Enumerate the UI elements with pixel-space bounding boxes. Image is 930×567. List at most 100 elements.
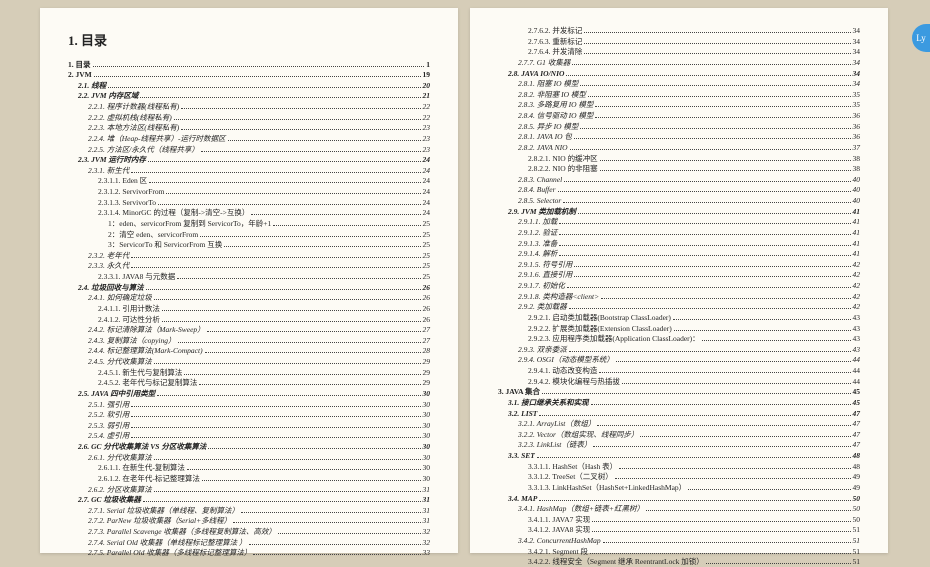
toc-entry[interactable]: 2.7.4. Serial Old 收集器（单线程标记整理算法 ）32 <box>68 538 430 548</box>
toc-entry[interactable]: 3.2. LIST47 <box>498 409 860 419</box>
toc-entry[interactable]: 2.3.3.1. JAVA8 与元数据25 <box>68 272 430 282</box>
toc-entry[interactable]: 2.9.3. 双亲委派43 <box>498 345 860 355</box>
toc-entry[interactable]: 2.4.5.2. 老年代与标记复制算法29 <box>68 378 430 388</box>
toc-entry[interactable]: 1：eden、servicorFrom 复制到 ServicorTo，年龄+12… <box>68 219 430 229</box>
toc-entry[interactable]: 3.2.3. LinkList（链表）47 <box>498 440 860 450</box>
toc-entry[interactable]: 3.3. SET48 <box>498 451 860 461</box>
toc-entry[interactable]: 2.6.1.1. 在新生代-复制算法30 <box>68 463 430 473</box>
toc-entry[interactable]: 2.7.2. ParNew 垃圾收集器（Serial+多线程）31 <box>68 516 430 526</box>
toc-entry[interactable]: 2.2. JVM 内存区域21 <box>68 91 430 101</box>
toc-entry[interactable]: 2.4.5. 分代收集算法29 <box>68 357 430 367</box>
toc-entry[interactable]: 2.7.5. Parallel Old 收集器（多线程标记整理算法）33 <box>68 548 430 558</box>
toc-entry[interactable]: 2.6.1.2. 在老年代-标记整理算法30 <box>68 474 430 484</box>
toc-entry[interactable]: 1. 目录1 <box>68 60 430 70</box>
toc-entry[interactable]: 2.4.4. 标记整理算法(Mark-Compact)28 <box>68 346 430 356</box>
toc-entry[interactable]: 2.5.1. 强引用30 <box>68 400 430 410</box>
assistant-button[interactable]: Ly <box>912 24 930 52</box>
toc-entry[interactable]: 3.4.1.2. JAVA8 实现51 <box>498 525 860 535</box>
toc-entry[interactable]: 2.5.3. 弱引用30 <box>68 421 430 431</box>
toc-entry[interactable]: 2.8.3. Channel40 <box>498 175 860 185</box>
toc-entry[interactable]: 2.4.5.1. 新生代与复制算法29 <box>68 368 430 378</box>
toc-entry[interactable]: 2.9.2.3. 应用程序类加载器(Application ClassLoade… <box>498 334 860 344</box>
toc-entry[interactable]: 3.4.2. ConcurrentHashMap51 <box>498 536 860 546</box>
toc-entry[interactable]: 2.8.2. JAVA NIO37 <box>498 143 860 153</box>
toc-entry[interactable]: 3.4.1. HashMap（数组+链表+红黑树）50 <box>498 504 860 514</box>
toc-entry[interactable]: 2.4.1. 如何确定垃圾26 <box>68 293 430 303</box>
toc-entry[interactable]: 2.9. JVM 类加载机制41 <box>498 207 860 217</box>
toc-entry[interactable]: 2. JVM19 <box>68 70 430 80</box>
toc-entry[interactable]: 2.4.2. 标记清除算法（Mark-Sweep）27 <box>68 325 430 335</box>
toc-entry[interactable]: 2.8. JAVA IO/NIO34 <box>498 69 860 79</box>
toc-entry[interactable]: 2.5.4. 虚引用30 <box>68 431 430 441</box>
toc-entry[interactable]: 2：清空 eden、servicorFrom25 <box>68 230 430 240</box>
toc-entry[interactable]: 2.4. 垃圾回收与算法26 <box>68 283 430 293</box>
toc-page-number: 44 <box>853 355 861 365</box>
toc-entry[interactable]: 2.7.6.3. 重新标记34 <box>498 37 860 47</box>
toc-entry[interactable]: 2.3.1.1. Eden 区24 <box>68 176 430 186</box>
toc-entry[interactable]: 3.3.1.3. LinkHashSet（HashSet+LinkedHashM… <box>498 483 860 493</box>
toc-entry[interactable]: 2.5.2. 软引用30 <box>68 410 430 420</box>
toc-entry[interactable]: 2.9.1.5. 符号引用42 <box>498 260 860 270</box>
toc-entry[interactable]: 2.6.1. 分代收集算法30 <box>68 453 430 463</box>
toc-entry[interactable]: 2.8.5. Selector40 <box>498 196 860 206</box>
toc-entry[interactable]: 3.4. MAP50 <box>498 494 860 504</box>
toc-entry[interactable]: 2.9.1.6. 直接引用42 <box>498 270 860 280</box>
toc-entry[interactable]: 2.9.1.7. 初始化42 <box>498 281 860 291</box>
toc-entry[interactable]: 2.2.2. 虚拟机栈(线程私有)22 <box>68 113 430 123</box>
toc-leader-dots <box>166 192 420 194</box>
toc-entry[interactable]: 3.4.1.1. JAVA7 实现50 <box>498 515 860 525</box>
toc-entry[interactable]: 2.8.2. 非阻塞 IO 模型35 <box>498 90 860 100</box>
toc-entry[interactable]: 2.9.1.2. 验证41 <box>498 228 860 238</box>
toc-entry[interactable]: 2.3.3. 永久代25 <box>68 261 430 271</box>
toc-entry[interactable]: 3：ServicorTo 和 ServicorFrom 互换25 <box>68 240 430 250</box>
toc-entry[interactable]: 2.8.1. JAVA IO 包36 <box>498 132 860 142</box>
toc-entry[interactable]: 2.3.1.3. ServivorTo24 <box>68 198 430 208</box>
toc-entry[interactable]: 3.3.1.1. HashSet（Hash 表）48 <box>498 462 860 472</box>
toc-entry[interactable]: 2.2.5. 方法区/永久代（线程共享）23 <box>68 145 430 155</box>
toc-entry[interactable]: 2.9.1.3. 准备41 <box>498 239 860 249</box>
toc-entry[interactable]: 2.9.4.1. 动态改变构造44 <box>498 366 860 376</box>
toc-entry[interactable]: 2.6. GC 分代收集算法 VS 分区收集算法30 <box>68 442 430 452</box>
toc-entry[interactable]: 2.9.1.8. 类构造器<client>42 <box>498 292 860 302</box>
toc-entry[interactable]: 2.2.1. 程序计数器(线程私有)22 <box>68 102 430 112</box>
toc-entry[interactable]: 2.2.3. 本地方法区(线程私有)23 <box>68 123 430 133</box>
toc-entry[interactable]: 2.3.1.4. MinorGC 的过程（复制->清空->互换）24 <box>68 208 430 218</box>
toc-entry[interactable]: 2.5. JAVA 四中引用类型30 <box>68 389 430 399</box>
toc-entry[interactable]: 2.8.4. 信号驱动 IO 模型36 <box>498 111 860 121</box>
toc-entry[interactable]: 2.1. 线程20 <box>68 81 430 91</box>
toc-entry[interactable]: 2.6.2. 分区收集算法31 <box>68 485 430 495</box>
toc-entry[interactable]: 2.7.1. Serial 垃圾收集器（单线程、复制算法）31 <box>68 506 430 516</box>
toc-entry[interactable]: 2.3.1.2. ServivorFrom24 <box>68 187 430 197</box>
toc-entry[interactable]: 3.1. 接口继承关系和实现45 <box>498 398 860 408</box>
toc-entry[interactable]: 2.7.6.2. 并发标记34 <box>498 26 860 36</box>
toc-entry[interactable]: 2.8.1. 阻塞 IO 模型34 <box>498 79 860 89</box>
toc-entry[interactable]: 2.4.1.2. 可达性分析26 <box>68 315 430 325</box>
toc-entry[interactable]: 2.9.4.2. 模块化编程与热插拔44 <box>498 377 860 387</box>
toc-entry[interactable]: 2.3.2. 老年代25 <box>68 251 430 261</box>
toc-entry[interactable]: 2.8.2.1. NIO 的缓冲区38 <box>498 154 860 164</box>
toc-entry[interactable]: 3.2.2. Vector（数组实现、线程同步）47 <box>498 430 860 440</box>
toc-entry[interactable]: 2.7.7. G1 收集器34 <box>498 58 860 68</box>
toc-entry[interactable]: 2.8.3. 多路复用 IO 模型35 <box>498 100 860 110</box>
toc-entry[interactable]: 3. JAVA 集合45 <box>498 387 860 397</box>
toc-entry[interactable]: 2.7.6.4. 并发清除34 <box>498 47 860 57</box>
toc-entry[interactable]: 2.8.4. Buffer40 <box>498 185 860 195</box>
toc-entry[interactable]: 2.4.1.1. 引用计数法26 <box>68 304 430 314</box>
toc-entry[interactable]: 2.3. JVM 运行时内存24 <box>68 155 430 165</box>
toc-entry[interactable]: 2.4.3. 复制算法（copying）27 <box>68 336 430 346</box>
toc-entry[interactable]: 2.9.1.1. 加载41 <box>498 217 860 227</box>
toc-entry[interactable]: 3.3.1.2. TreeSet（二叉树）49 <box>498 472 860 482</box>
toc-entry[interactable]: 3.4.2.1. Segment 段51 <box>498 547 860 557</box>
toc-entry[interactable]: 2.9.2.2. 扩展类加载器(Extension ClassLoader)43 <box>498 324 860 334</box>
toc-entry[interactable]: 2.9.4. OSGI（动态模型系统）44 <box>498 355 860 365</box>
toc-entry[interactable]: 2.7.3. Parallel Scavenge 收集器（多线程复制算法、高效）… <box>68 527 430 537</box>
toc-entry[interactable]: 2.9.2. 类加载器42 <box>498 302 860 312</box>
toc-entry[interactable]: 2.2.4. 堆（Heap-线程共享）-运行时数据区23 <box>68 134 430 144</box>
toc-entry[interactable]: 2.8.5. 异步 IO 模型36 <box>498 122 860 132</box>
toc-entry[interactable]: 2.3.1. 新生代24 <box>68 166 430 176</box>
toc-entry[interactable]: 2.9.1.4. 解析41 <box>498 249 860 259</box>
toc-entry[interactable]: 2.7. GC 垃圾收集器31 <box>68 495 430 505</box>
toc-entry[interactable]: 2.9.2.1. 启动类加载器(Bootstrap ClassLoader)43 <box>498 313 860 323</box>
toc-entry[interactable]: 2.8.2.2. NIO 的非阻塞38 <box>498 164 860 174</box>
toc-entry[interactable]: 3.2.1. ArrayList（数组）47 <box>498 419 860 429</box>
